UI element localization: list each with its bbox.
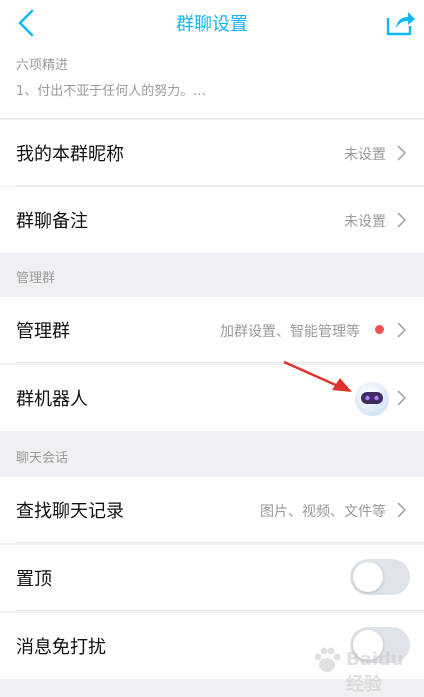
notification-dot [375, 325, 384, 334]
mute-label: 消息免打扰 [16, 637, 106, 658]
section-header-chat: 聊天会话 [0, 435, 424, 477]
pin-label: 置顶 [16, 569, 52, 590]
robot-avatar-icon [355, 382, 389, 416]
search-history-label: 查找聊天记录 [16, 501, 124, 522]
section-header-manage: 管理群 [0, 255, 424, 297]
top-bar: 群聊设置 [0, 0, 424, 46]
group-robot-label: 群机器人 [16, 389, 88, 410]
chevron-right-icon [397, 145, 406, 161]
remark-value: 未设置 [344, 214, 386, 230]
nickname-label: 我的本群昵称 [16, 144, 124, 165]
chevron-right-icon [397, 390, 406, 406]
remark-label: 群聊备注 [16, 211, 88, 232]
nickname-row[interactable]: 我的本群昵称 未设置 [0, 120, 424, 186]
chevron-right-icon [397, 322, 406, 338]
red-arrow-icon [283, 360, 352, 392]
announcement-text: 1、付出不亚于任何人的努力。... [16, 84, 206, 99]
toggle-knob [353, 562, 383, 592]
group-announcement[interactable]: 六项精进 1、付出不亚于任何人的努力。... [0, 46, 424, 119]
chevron-right-icon [397, 502, 406, 518]
paw-logo-icon [314, 647, 341, 672]
remark-row[interactable]: 群聊备注 未设置 [0, 187, 424, 253]
announcement-title: 六项精进 [16, 58, 69, 73]
chevron-right-icon [397, 212, 406, 228]
pin-row: 置顶 [0, 545, 424, 611]
search-history-value: 图片、视频、文件等 [260, 504, 386, 520]
watermark: Baidu经验 [310, 643, 406, 695]
search-history-row[interactable]: 查找聊天记录 图片、视频、文件等 [0, 477, 424, 543]
manage-group-value: 加群设置、智能管理等 [220, 324, 360, 340]
section-label: 聊天会话 [16, 451, 69, 466]
page-title: 群聊设置 [176, 14, 248, 35]
section-label: 管理群 [16, 271, 56, 286]
manage-group-row[interactable]: 管理群 加群设置、智能管理等 [0, 297, 424, 363]
pin-toggle[interactable] [350, 559, 410, 595]
manage-group-label: 管理群 [16, 321, 70, 342]
share-icon[interactable] [384, 8, 416, 38]
watermark-text: Baidu经验 [346, 649, 404, 695]
nickname-value: 未设置 [344, 147, 386, 163]
group-robot-row[interactable]: 群机器人 [0, 365, 424, 431]
